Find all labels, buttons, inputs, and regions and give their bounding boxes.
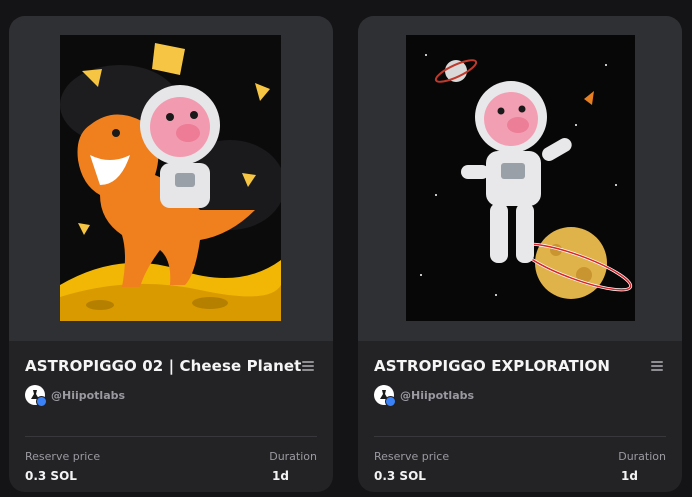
duration-value: 1d [621,469,638,483]
nft-media-frame[interactable] [358,16,682,341]
nft-media-frame[interactable] [9,16,333,341]
creator-link[interactable]: @Hiipotlabs [374,385,474,407]
title-row: ASTROPIGGO 02 | Cheese Planet [25,357,317,379]
menu-bar [302,369,314,371]
creator-avatar[interactable] [25,385,47,407]
creator-handle[interactable]: @Hiipotlabs [400,389,474,402]
creator-avatar[interactable] [374,385,396,407]
nft-card[interactable]: ASTROPIGGO 02 | Cheese Planet @Hiipotlab… [9,16,333,492]
menu-bar [302,365,314,367]
divider [374,436,666,437]
nft-card[interactable]: ASTROPIGGO EXPLORATION @Hiipotlabs Reser… [358,16,682,492]
menu-bar [302,361,314,363]
hamburger-icon[interactable] [301,359,315,373]
nft-title[interactable]: ASTROPIGGO EXPLORATION [374,357,610,375]
divider [25,436,317,437]
nft-artwork-cheese-planet[interactable] [60,35,281,321]
verified-badge-icon [385,396,396,407]
creator-link[interactable]: @Hiipotlabs [25,385,125,407]
verified-badge-icon [36,396,47,407]
reserve-price-value: 0.3 SOL [374,469,426,483]
hamburger-icon[interactable] [650,359,664,373]
menu-bar [651,365,663,367]
reserve-price-label: Reserve price [374,450,450,463]
reserve-price-label: Reserve price [25,450,101,463]
menu-bar [651,361,663,363]
nft-title[interactable]: ASTROPIGGO 02 | Cheese Planet [25,357,301,375]
reserve-price-value: 0.3 SOL [25,469,77,483]
menu-bar [651,369,663,371]
duration-value: 1d [272,469,289,483]
nft-listing-grid: ASTROPIGGO 02 | Cheese Planet @Hiipotlab… [0,0,692,497]
duration-label: Duration [618,450,666,463]
title-row: ASTROPIGGO EXPLORATION [374,357,666,379]
nft-artwork-exploration[interactable] [406,35,635,321]
duration-label: Duration [269,450,317,463]
creator-handle[interactable]: @Hiipotlabs [51,389,125,402]
